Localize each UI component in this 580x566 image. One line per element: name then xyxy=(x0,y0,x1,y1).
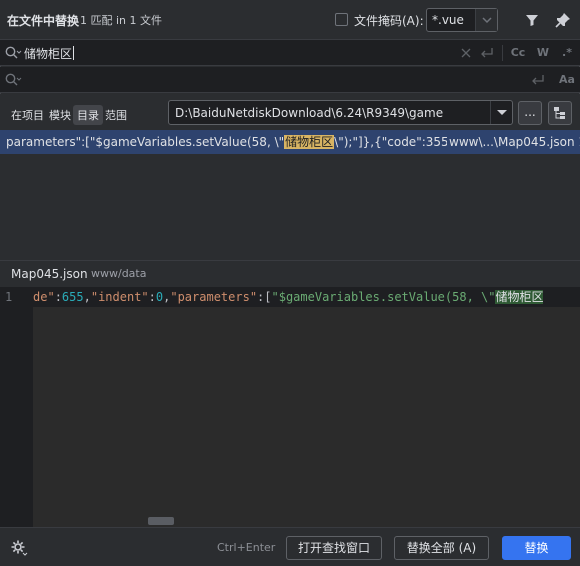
result-match: 储物柜区 xyxy=(284,135,335,149)
chevron-down-icon[interactable] xyxy=(490,101,512,124)
search-icon[interactable] xyxy=(4,45,22,61)
search-input[interactable]: 储物柜区 xyxy=(24,45,75,62)
dialog-title: 在文件中替换 xyxy=(7,14,80,28)
gear-icon[interactable] xyxy=(10,539,28,557)
preview-header: Map045.json www/data xyxy=(0,261,580,287)
newline-icon[interactable] xyxy=(479,45,495,61)
file-mask-label[interactable]: 文件掩码(A): xyxy=(354,12,424,29)
recursive-toggle[interactable] xyxy=(548,101,572,125)
replace-all-button[interactable]: 替换全部 (A) xyxy=(394,536,489,560)
code-line: de":655,"indent":0,"parameters":["$gameV… xyxy=(33,287,580,307)
replace-icon[interactable] xyxy=(4,72,22,88)
line-gutter: 1 xyxy=(0,287,33,527)
tab-project[interactable]: 在项目 xyxy=(7,105,48,125)
pin-icon[interactable] xyxy=(555,12,571,28)
directory-path: D:\BaiduNetdiskDownload\6.24\R9349\game xyxy=(175,106,444,120)
shortcut-hint: Ctrl+Enter xyxy=(217,541,276,554)
line-number: 1 xyxy=(5,290,13,304)
toolbar-divider xyxy=(502,45,503,61)
file-mask-checkbox[interactable] xyxy=(335,13,348,26)
search-row: 储物柜区 Cc W .* xyxy=(0,40,580,66)
browse-button[interactable]: ... xyxy=(518,101,542,125)
file-mask-combo[interactable]: *.vue xyxy=(426,8,498,32)
match-case-toggle[interactable]: Cc xyxy=(510,45,526,61)
result-text: parameters":["$gameVariables.setValue(58… xyxy=(6,135,492,149)
preview-editor[interactable]: 1 de":655,"indent":0,"parameters":["$gam… xyxy=(0,287,580,527)
chevron-down-icon[interactable] xyxy=(475,9,497,31)
tab-directory[interactable]: 目录 xyxy=(73,105,103,125)
preview-file-path: www/data xyxy=(91,267,147,280)
results-list: parameters":["$gameVariables.setValue(58… xyxy=(0,130,580,260)
replace-row: Aa xyxy=(0,67,580,93)
filter-icon[interactable] xyxy=(524,12,540,28)
clear-icon[interactable] xyxy=(458,45,474,61)
open-find-window-button[interactable]: 打开查找窗口 xyxy=(286,536,382,560)
preview-file-name: Map045.json xyxy=(11,267,88,281)
tab-module[interactable]: 模块 xyxy=(45,105,75,125)
replace-button[interactable]: 替换 xyxy=(502,536,571,560)
scope-bar: 在项目 模块 目录 范围 D:\BaiduNetdiskDownload\6.2… xyxy=(0,94,580,130)
file-mask-value: *.vue xyxy=(432,13,464,27)
result-row[interactable]: parameters":["$gameVariables.setValue(58… xyxy=(0,130,580,154)
match-count: 1 匹配 in 1 文件 xyxy=(80,14,163,27)
whole-word-toggle[interactable]: W xyxy=(535,45,551,61)
dialog-header: 在文件中替换 1 匹配 in 1 文件 文件掩码(A): *.vue xyxy=(0,0,580,40)
code-area: de":655,"indent":0,"parameters":["$gameV… xyxy=(33,287,580,527)
newline-icon[interactable] xyxy=(530,72,546,88)
dialog-footer: Ctrl+Enter 打开查找窗口 替换全部 (A) 替换 xyxy=(0,527,580,566)
regex-toggle[interactable]: .* xyxy=(559,45,575,61)
code-match-highlight: 储物柜区 xyxy=(495,290,544,304)
result-location: www\...\Map045.json 1 xyxy=(447,130,580,154)
directory-combo[interactable]: D:\BaiduNetdiskDownload\6.24\R9349\game xyxy=(168,100,513,125)
preserve-case-toggle[interactable]: Aa xyxy=(559,72,575,88)
tab-scope[interactable]: 范围 xyxy=(101,105,131,125)
horizontal-scrollbar[interactable] xyxy=(148,517,174,525)
